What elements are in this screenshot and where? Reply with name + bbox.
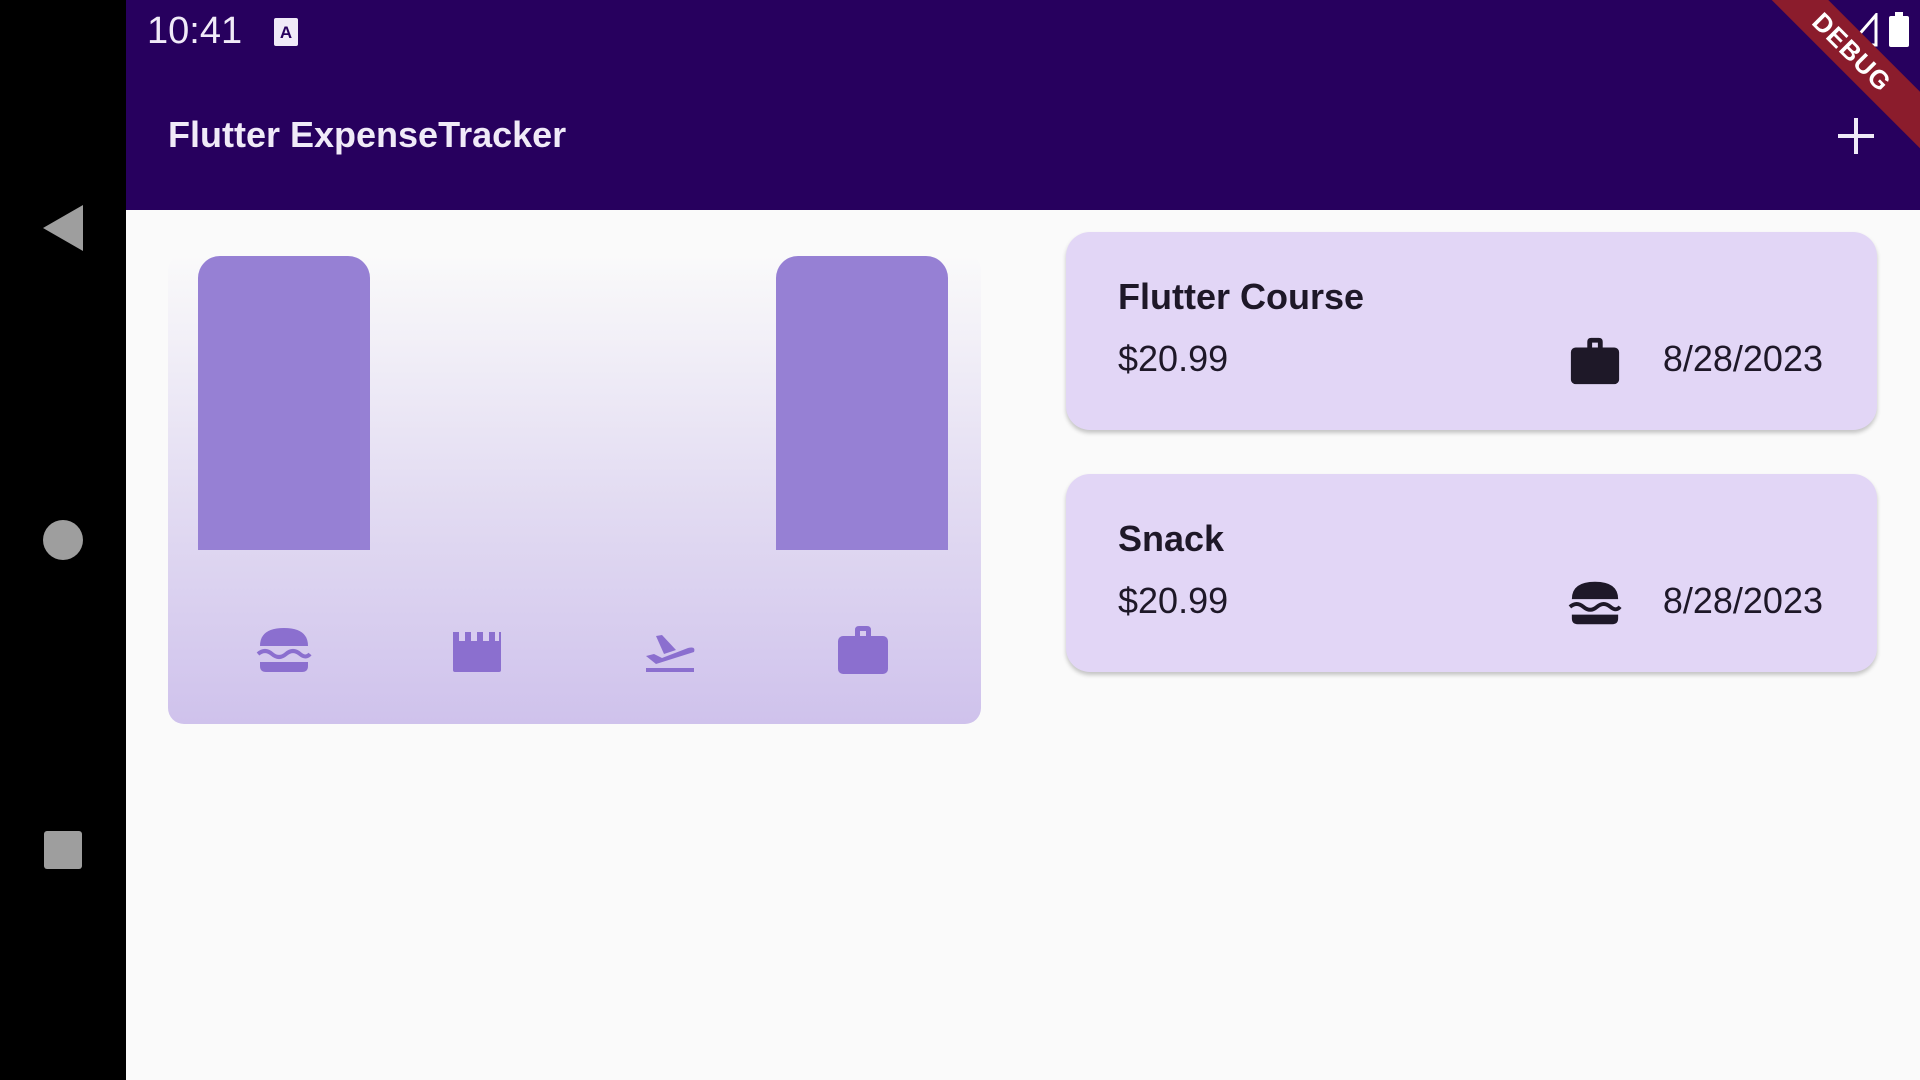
chart-bar-food [198,256,370,550]
app-title: Flutter ExpenseTracker [168,114,567,155]
app-bar: 10:41 A Flutter ExpenseTracker DEBUG [126,0,1920,210]
briefcase-icon [835,624,891,676]
system-navigation-bar [0,0,126,1080]
hamburger-icon [1568,576,1622,630]
chart-bar-work [776,256,948,550]
add-expense-button[interactable] [1832,112,1880,160]
expense-date: 8/28/2023 [1662,338,1823,379]
status-time: 10:41 [147,10,243,52]
briefcase-icon [1568,334,1622,388]
recents-button[interactable] [0,820,126,880]
battery-icon [1889,12,1909,47]
svg-text:A: A [280,23,292,42]
home-button[interactable] [0,510,126,570]
back-button[interactable] [0,198,126,258]
expense-item[interactable]: Snack $20.99 8/28/2023 [1066,474,1877,672]
expense-amount: $20.99 [1118,338,1229,379]
recents-square-icon [44,831,82,869]
plus-icon [1838,118,1874,154]
accessibility-notification-icon: A [274,18,298,46]
expense-item[interactable]: Flutter Course $20.99 8/28/2023 [1066,232,1877,430]
expense-title: Flutter Course [1118,276,1365,317]
back-triangle-icon [43,205,83,251]
chart-bars [198,256,948,550]
clapperboard-icon [449,624,505,676]
home-circle-icon [43,520,83,560]
expense-title: Snack [1118,518,1225,559]
expense-date: 8/28/2023 [1662,580,1823,621]
flight-takeoff-icon [642,624,698,676]
expense-amount: $20.99 [1118,580,1229,621]
expense-chart [168,254,981,724]
hamburger-icon [256,624,312,676]
